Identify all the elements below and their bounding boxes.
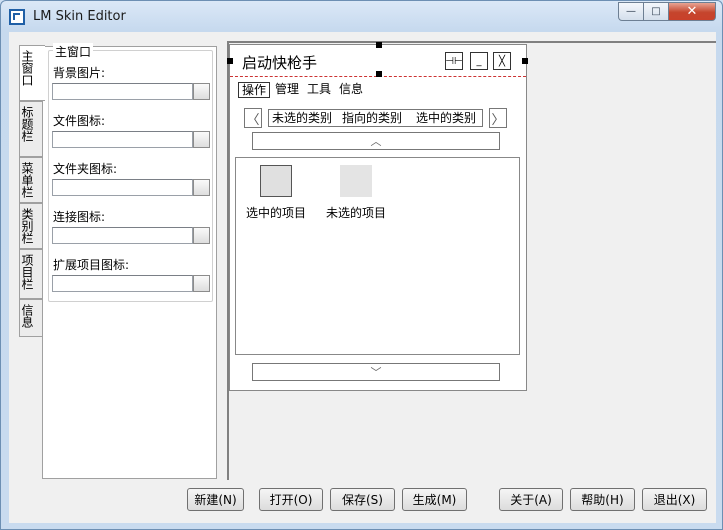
- tab-label: 项目栏: [20, 254, 34, 290]
- preview-pin-button[interactable]: ⊣⊢: [445, 52, 463, 70]
- link-icon-browse-button[interactable]: [193, 227, 210, 244]
- main-window-group: 主窗口 背景图片: 文件图标: 文件夹图标: 连接图标: 扩展项目图标:: [48, 43, 213, 302]
- save-button[interactable]: 保存(S): [330, 488, 395, 511]
- chevron-right-icon: 〉: [491, 112, 505, 128]
- extended-item-icon-field: [52, 275, 210, 292]
- window-controls: — □ ✕: [618, 2, 716, 22]
- folder-icon-browse-button[interactable]: [193, 179, 210, 196]
- resize-handle-top[interactable]: [376, 42, 382, 48]
- extended-item-icon-browse-button[interactable]: [193, 275, 210, 292]
- close-icon: ✕: [686, 4, 698, 19]
- category-unselected[interactable]: 未选的类别: [269, 110, 335, 126]
- window-title: LM Skin Editor: [33, 9, 126, 24]
- category-list: 未选的类别 指向的类别 选中的类别: [268, 109, 483, 127]
- resize-handle-right[interactable]: [522, 58, 528, 64]
- preview-menu-operate[interactable]: 操作: [238, 82, 271, 98]
- preview-window[interactable]: 启动快枪手 ⊣⊢ _ ╳ 操作 管理 工具 信息 〈 未选的类别 指向的类别 选…: [227, 42, 528, 391]
- unselected-item-icon: [340, 165, 372, 197]
- chevron-left-icon: 〈: [246, 112, 260, 128]
- preview-menu-tools[interactable]: 工具: [304, 82, 334, 98]
- link-icon-input[interactable]: [52, 227, 193, 244]
- item-label: 选中的项目: [246, 206, 307, 220]
- resize-handle-bottom[interactable]: [376, 71, 382, 77]
- item-unselected[interactable]: 未选的项目: [326, 165, 386, 221]
- tab-label: 菜单栏: [20, 162, 34, 198]
- background-image-label: 背景图片:: [53, 66, 106, 80]
- selected-item-icon: [260, 165, 292, 197]
- preview-menu-manage[interactable]: 管理: [272, 82, 302, 98]
- tab-main-window[interactable]: 主窗口: [19, 45, 45, 101]
- chevron-up-icon: ︿: [370, 135, 382, 148]
- tab-info[interactable]: 信息: [19, 299, 43, 337]
- file-icon-browse-button[interactable]: [193, 131, 210, 148]
- pin-icon: ⊣⊢: [445, 55, 463, 67]
- close-icon: ╳: [498, 55, 506, 67]
- tab-item-bar[interactable]: 项目栏: [19, 249, 43, 299]
- items-scroll-down-button[interactable]: ﹀: [252, 363, 500, 381]
- link-icon-label: 连接图标:: [53, 210, 106, 224]
- resize-handle-left[interactable]: [227, 58, 233, 64]
- exit-button[interactable]: 退出(X): [642, 488, 707, 511]
- folder-icon-input[interactable]: [52, 179, 193, 196]
- folder-icon-label: 文件夹图标:: [53, 162, 118, 176]
- preview-close-button[interactable]: ╳: [493, 52, 511, 70]
- maximize-icon: □: [651, 6, 661, 17]
- folder-icon-field: [52, 179, 210, 196]
- chevron-down-icon: ﹀: [370, 366, 382, 379]
- item-selected[interactable]: 选中的项目: [246, 165, 306, 221]
- link-icon-field: [52, 227, 210, 244]
- items-scroll-up-button[interactable]: ︿: [252, 132, 500, 150]
- background-image-browse-button[interactable]: [193, 83, 210, 100]
- category-selected[interactable]: 选中的类别: [413, 110, 479, 126]
- preview-title: 启动快枪手: [242, 54, 318, 72]
- category-right-button[interactable]: 〉: [489, 108, 507, 128]
- tab-label: 标题栏: [20, 106, 34, 142]
- category-hovered[interactable]: 指向的类别: [339, 110, 405, 126]
- new-button[interactable]: 新建(N): [187, 488, 244, 511]
- about-button[interactable]: 关于(A): [499, 488, 563, 511]
- preview-area: 启动快枪手 ⊣⊢ _ ╳ 操作 管理 工具 信息 〈 未选的类别 指向的类别 选…: [227, 41, 716, 480]
- file-icon-input[interactable]: [52, 131, 193, 148]
- preview-items-area: 选中的项目 未选的项目: [235, 157, 520, 355]
- extended-item-icon-input[interactable]: [52, 275, 193, 292]
- preview-menu-bar: 操作 管理 工具 信息: [238, 82, 368, 98]
- group-title: 主窗口: [53, 43, 94, 60]
- close-button[interactable]: ✕: [669, 2, 716, 21]
- background-image-input[interactable]: [52, 83, 193, 100]
- tab-label: 主窗口: [20, 50, 34, 86]
- tab-panel: 主窗口 背景图片: 文件图标: 文件夹图标: 连接图标: 扩展项目图标:: [42, 43, 217, 479]
- app-icon: [9, 9, 25, 25]
- preview-minimize-button[interactable]: _: [470, 52, 488, 70]
- maximize-button[interactable]: □: [644, 2, 669, 21]
- tab-label: 类别栏: [20, 208, 34, 244]
- category-left-button[interactable]: 〈: [244, 108, 262, 128]
- preview-category-bar: 〈 未选的类别 指向的类别 选中的类别 〉: [244, 107, 507, 129]
- app-window: LM Skin Editor — □ ✕ 主窗口 标题栏 菜单栏 类别栏 项目栏…: [0, 0, 723, 530]
- file-icon-label: 文件图标:: [53, 114, 106, 128]
- tab-menu-bar[interactable]: 菜单栏: [19, 157, 43, 203]
- minimize-button[interactable]: —: [618, 2, 644, 21]
- minimize-icon: —: [626, 6, 636, 17]
- minimize-icon: _: [476, 55, 482, 67]
- generate-button[interactable]: 生成(M): [402, 488, 467, 511]
- client-area: 主窗口 标题栏 菜单栏 类别栏 项目栏 信息 主窗口 背景图片: 文件图标: 文…: [9, 32, 716, 523]
- item-label: 未选的项目: [326, 206, 387, 220]
- tab-title-bar[interactable]: 标题栏: [19, 101, 43, 157]
- title-bar[interactable]: LM Skin Editor — □ ✕: [1, 1, 722, 32]
- vertical-tab-strip: 主窗口 标题栏 菜单栏 类别栏 项目栏 信息: [19, 45, 45, 337]
- tab-label: 信息: [20, 304, 34, 328]
- tab-category-bar[interactable]: 类别栏: [19, 203, 43, 249]
- preview-menu-info[interactable]: 信息: [336, 82, 366, 98]
- background-image-field: [52, 83, 210, 100]
- help-button[interactable]: 帮助(H): [570, 488, 635, 511]
- extended-item-icon-label: 扩展项目图标:: [53, 258, 130, 272]
- file-icon-field: [52, 131, 210, 148]
- open-button[interactable]: 打开(O): [259, 488, 323, 511]
